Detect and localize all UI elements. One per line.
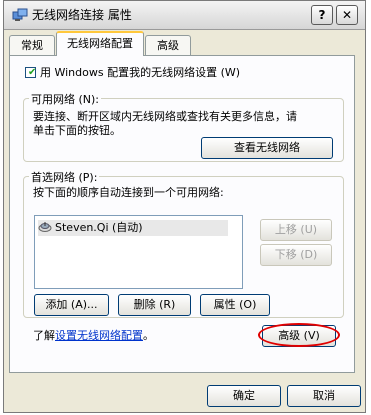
checkmark-icon: ✔ [28,67,37,78]
preferred-networks-label: 首选网络 (P): [29,169,100,185]
available-description-line2: 单击下面的按钮。 [33,124,121,137]
tab-general[interactable]: 常规 [9,35,55,55]
learn-more-text: 了解设置无线网络配置。 [33,327,154,343]
network-name: Steven.Qi (自动) [55,221,143,234]
title-bar[interactable]: 无线网络连接 属性 ? ✕ [4,1,365,30]
move-up-button[interactable]: 上移 (U) [260,219,332,241]
tab-wireless-config[interactable]: 无线网络配置 [56,31,144,56]
cancel-button[interactable]: 取消 [287,385,361,407]
wireless-network-icon [38,222,52,232]
close-button[interactable]: ✕ [336,5,358,25]
add-button[interactable]: 添加 (A)... [34,294,109,316]
wireless-config-link[interactable]: 设置无线网络配置 [55,329,143,342]
preferred-instruction: 按下面的顺序自动连接到一个可用网络: [33,186,224,199]
help-button[interactable]: ? [311,5,333,25]
properties-button[interactable]: 属性 (O) [200,294,270,316]
tab-advanced[interactable]: 高级 [145,35,191,55]
ok-button[interactable]: 确定 [207,385,281,407]
use-windows-config-checkbox[interactable]: ✔ 用 Windows 配置我的无线网络设置 (W) [25,64,240,80]
preferred-networks-list[interactable]: Steven.Qi (自动) [34,215,243,289]
remove-button[interactable]: 删除 (R) [118,294,191,316]
learn-more-suffix: 。 [143,329,154,342]
view-wireless-networks-button[interactable]: 查看无线网络 [201,137,333,159]
checkbox-box[interactable]: ✔ [25,67,36,78]
learn-more-prefix: 了解 [33,329,55,342]
highlight-ellipse [258,323,340,347]
window-title: 无线网络连接 属性 [32,8,132,22]
network-connection-icon [12,8,28,21]
checkbox-label: 用 Windows 配置我的无线网络设置 (W) [40,66,241,79]
move-down-button[interactable]: 下移 (D) [260,244,332,266]
available-networks-label: 可用网络 (N): [29,91,102,107]
list-item[interactable]: Steven.Qi (自动) [38,220,228,236]
